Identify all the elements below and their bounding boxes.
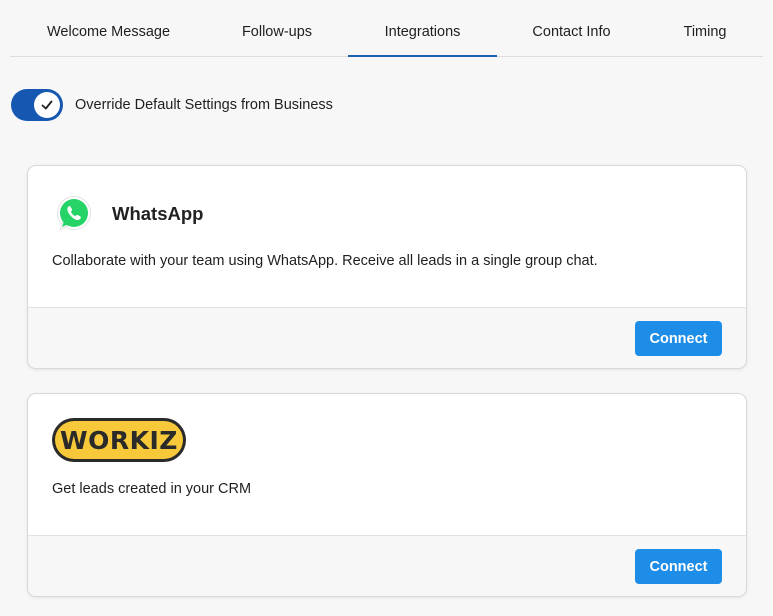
whatsapp-integration-card: WhatsApp Collaborate with your team usin… (27, 165, 747, 369)
whatsapp-icon (57, 196, 91, 232)
workiz-logo-text: WORKIZ (55, 421, 183, 459)
whatsapp-title: WhatsApp (112, 203, 204, 224)
toggle-knob (34, 92, 60, 118)
tab-contact-info[interactable]: Contact Info (513, 0, 630, 56)
tab-bar: Welcome Message Follow-ups Integrations … (10, 0, 763, 57)
override-setting: Override Default Settings from Business (11, 89, 333, 121)
card-footer: Connect (28, 307, 746, 368)
checkmark-icon (41, 100, 53, 110)
whatsapp-connect-button[interactable]: Connect (635, 321, 722, 356)
workiz-logo: WORKIZ (52, 418, 186, 462)
tab-timing[interactable]: Timing (670, 0, 740, 56)
tab-integrations[interactable]: Integrations (348, 0, 497, 57)
whatsapp-description: Collaborate with your team using WhatsAp… (52, 253, 598, 269)
tab-follow-ups[interactable]: Follow-ups (217, 0, 337, 56)
workiz-integration-card: WORKIZ Get leads created in your CRM Con… (27, 393, 747, 597)
workiz-description: Get leads created in your CRM (52, 481, 252, 497)
tab-welcome-message[interactable]: Welcome Message (30, 0, 187, 56)
workiz-connect-button[interactable]: Connect (635, 549, 722, 584)
card-footer: Connect (28, 535, 746, 596)
override-label: Override Default Settings from Business (75, 97, 333, 113)
override-toggle[interactable] (11, 89, 63, 121)
